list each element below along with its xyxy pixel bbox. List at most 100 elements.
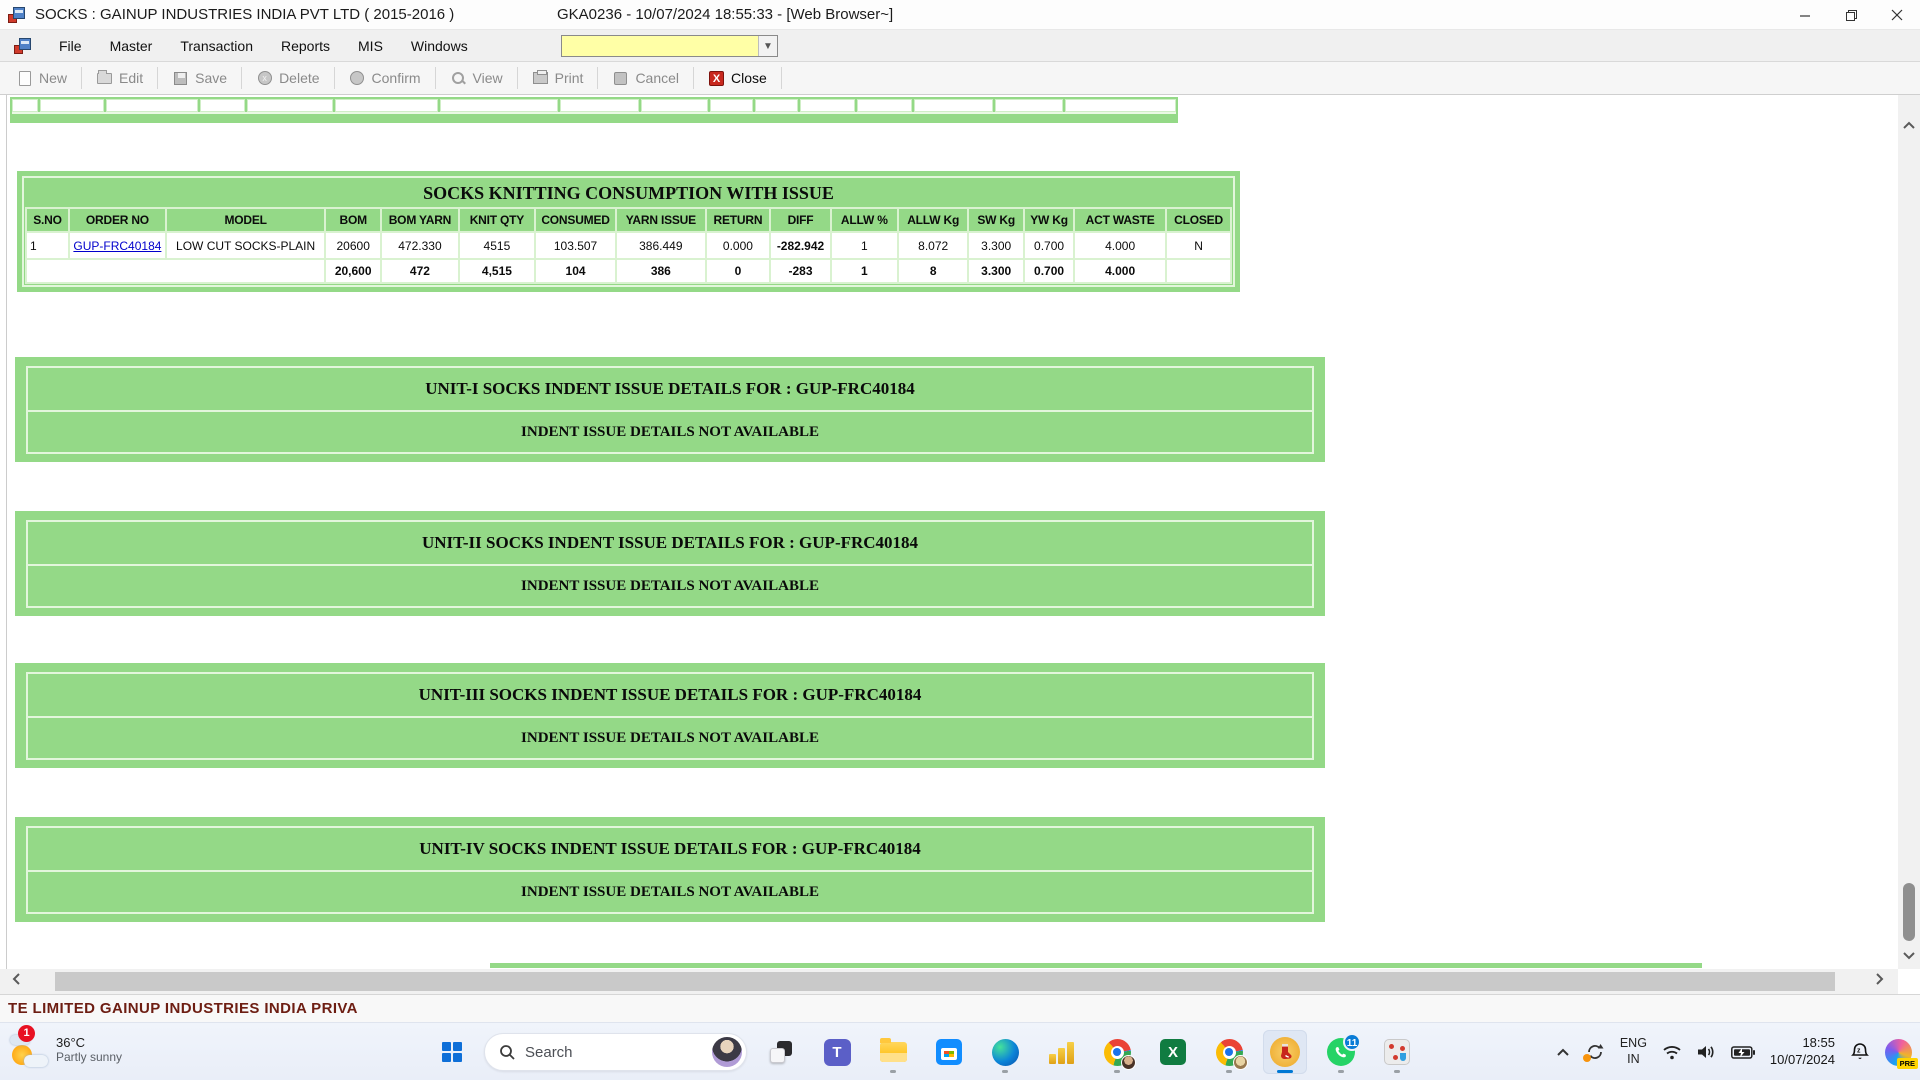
- confirm-button[interactable]: Confirm: [339, 67, 431, 90]
- microsoft-store-button[interactable]: [927, 1030, 971, 1074]
- power-bi-button[interactable]: [1039, 1030, 1083, 1074]
- close-button[interactable]: [1874, 0, 1920, 30]
- weather-widget[interactable]: 1 36°C Partly sunny: [10, 1029, 122, 1069]
- misc-app-button[interactable]: [1375, 1030, 1419, 1074]
- restore-button[interactable]: [1828, 0, 1874, 30]
- toolbar-separator: [597, 67, 598, 89]
- volume-icon[interactable]: [1697, 1044, 1716, 1060]
- desktop-screen: SOCKS : GAINUP INDUSTRIES INDIA PVT LTD …: [0, 0, 1920, 1080]
- col-sno: S.NO: [27, 209, 68, 231]
- menu-items: File Master Transaction Reports MIS Wind…: [45, 30, 482, 62]
- scroll-left-icon[interactable]: [12, 972, 21, 991]
- close-form-button[interactable]: XClose: [698, 67, 777, 90]
- col-consumed: CONSUMED: [536, 209, 615, 231]
- copilot-icon[interactable]: PRE: [1885, 1039, 1912, 1066]
- notification-bell-icon[interactable]: z: [1850, 1042, 1870, 1062]
- edit-button[interactable]: Edit: [86, 67, 153, 90]
- toolbar-separator: [517, 67, 518, 89]
- new-button[interactable]: New: [6, 67, 77, 90]
- cell-allw-kg: 8.072: [899, 233, 967, 258]
- file-explorer-button[interactable]: [871, 1030, 915, 1074]
- toolbar: New Edit Save xDelete Confirm View Print…: [0, 62, 1920, 95]
- horizontal-scroll-thumb[interactable]: [55, 972, 1835, 991]
- chevron-down-icon[interactable]: ▼: [758, 36, 777, 56]
- scroll-down-icon[interactable]: [1898, 947, 1920, 965]
- confirm-icon: [349, 70, 366, 87]
- chrome-profile2-button[interactable]: [1207, 1030, 1251, 1074]
- clock-widget[interactable]: 18:55 10/07/2024: [1770, 1035, 1835, 1069]
- socks-erp-app-button[interactable]: [1263, 1030, 1307, 1074]
- total-act-waste: 4.000: [1075, 260, 1165, 282]
- scrolled-table-stub: [10, 97, 1178, 123]
- stub-row: [12, 99, 1176, 112]
- menu-bar: File Master Transaction Reports MIS Wind…: [0, 30, 1920, 62]
- stub-cell: [755, 99, 798, 112]
- active-app-indicator: [1277, 1070, 1293, 1073]
- view-label: View: [473, 70, 503, 86]
- toolbar-separator: [334, 67, 335, 89]
- whatsapp-button[interactable]: 11: [1319, 1030, 1363, 1074]
- teams-app-button[interactable]: T: [815, 1030, 859, 1074]
- unit4-message-row: INDENT ISSUE DETAILS NOT AVAILABLE: [26, 870, 1314, 914]
- stub-cell: [857, 99, 912, 112]
- totals-spacer: [27, 260, 324, 282]
- print-button[interactable]: Print: [522, 67, 594, 90]
- cancel-button[interactable]: Cancel: [602, 67, 689, 90]
- task-view-button[interactable]: [759, 1030, 803, 1074]
- menu-reports[interactable]: Reports: [267, 30, 344, 62]
- order-no-link[interactable]: GUP-FRC40184: [73, 239, 161, 253]
- menu-file[interactable]: File: [45, 30, 96, 62]
- cell-sno: 1: [27, 233, 68, 258]
- status-bar: TE LIMITED GAINUP INDUSTRIES INDIA PRIVA: [0, 994, 1920, 1022]
- system-tray: ENG IN 18:55 10/07/2024 z PRE: [1556, 1023, 1912, 1080]
- unit3-banner: UNIT-III SOCKS INDENT ISSUE DETAILS FOR …: [15, 663, 1325, 768]
- copilot-pre-badge: PRE: [1897, 1058, 1918, 1069]
- consumption-table-title: SOCKS KNITTING CONSUMPTION WITH ISSUE: [25, 179, 1232, 207]
- search-label: Search: [525, 1044, 712, 1061]
- stub-cell: [106, 99, 198, 112]
- vertical-scroll-thumb[interactable]: [1903, 883, 1915, 941]
- edit-folder-icon: [96, 70, 113, 87]
- window-selector-combobox[interactable]: ▼: [561, 35, 778, 57]
- col-sw-kg: SW Kg: [969, 209, 1023, 231]
- taskbar-search[interactable]: Search: [484, 1033, 747, 1071]
- search-icon: [499, 1044, 515, 1060]
- tray-chevron-up-icon[interactable]: [1556, 1048, 1570, 1057]
- language-indicator[interactable]: ENG IN: [1620, 1036, 1647, 1067]
- sync-status-icon[interactable]: [1585, 1043, 1605, 1061]
- task-view-icon: [770, 1041, 792, 1063]
- cell-sw-kg: 3.300: [969, 233, 1023, 258]
- unit4-message: INDENT ISSUE DETAILS NOT AVAILABLE: [521, 884, 819, 901]
- delete-button[interactable]: xDelete: [246, 67, 329, 90]
- menu-transaction[interactable]: Transaction: [166, 30, 267, 62]
- toolbar-separator: [781, 67, 782, 89]
- save-button[interactable]: Save: [162, 67, 237, 90]
- consumption-table: S.NO ORDER NO MODEL BOM BOM YARN KNIT QT…: [25, 207, 1232, 284]
- minimize-button[interactable]: [1782, 0, 1828, 30]
- stub-footer-band: [12, 112, 1176, 123]
- edge-browser-button[interactable]: [983, 1030, 1027, 1074]
- view-button[interactable]: View: [440, 67, 513, 90]
- unit2-message: INDENT ISSUE DETAILS NOT AVAILABLE: [521, 578, 819, 595]
- session-info: GKA0236 - 10/07/2024 18:55:33 - [Web Bro…: [557, 0, 893, 30]
- cell-allw-pct: 1: [832, 233, 897, 258]
- stub-cell: [440, 99, 558, 112]
- battery-icon[interactable]: [1731, 1046, 1755, 1059]
- menu-mis[interactable]: MIS: [344, 30, 397, 62]
- wifi-icon[interactable]: [1662, 1044, 1682, 1060]
- scroll-right-icon[interactable]: [1875, 972, 1884, 991]
- menu-master[interactable]: Master: [96, 30, 167, 62]
- status-ticker: TE LIMITED GAINUP INDUSTRIES INDIA PRIVA: [8, 1000, 358, 1017]
- excel-button[interactable]: X: [1151, 1030, 1195, 1074]
- scroll-up-icon[interactable]: [1898, 117, 1920, 135]
- chrome-profile1-button[interactable]: [1095, 1030, 1139, 1074]
- profile-avatar: [1233, 1055, 1248, 1070]
- total-diff: -283: [771, 260, 829, 282]
- col-knit-qty: KNIT QTY: [460, 209, 534, 231]
- cell-closed: N: [1167, 233, 1230, 258]
- unit1-message-row: INDENT ISSUE DETAILS NOT AVAILABLE: [26, 410, 1314, 454]
- vertical-scrollbar[interactable]: [1898, 95, 1920, 969]
- horizontal-scrollbar[interactable]: [0, 969, 1898, 994]
- menu-windows[interactable]: Windows: [397, 30, 482, 62]
- start-button[interactable]: [432, 1030, 472, 1074]
